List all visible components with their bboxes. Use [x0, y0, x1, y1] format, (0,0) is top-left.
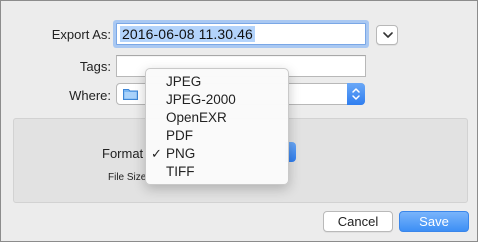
menu-item-png[interactable]: ✓ PNG: [146, 145, 288, 163]
menu-item-jpeg-2000[interactable]: JPEG-2000: [146, 91, 288, 109]
menu-item-tiff[interactable]: TIFF: [146, 163, 288, 181]
export-as-value: 2016-06-08 11.30.46: [120, 26, 255, 42]
export-as-field[interactable]: 2016-06-08 11.30.46: [116, 23, 366, 45]
chevron-down-icon: [383, 32, 393, 38]
where-popup-arrows[interactable]: [347, 83, 365, 105]
expand-dialog-button[interactable]: [376, 25, 398, 45]
format-label: Format: [102, 146, 144, 161]
menu-item-label: JPEG-2000: [166, 92, 236, 107]
export-as-label: Export As:: [51, 27, 111, 42]
cancel-button[interactable]: Cancel: [323, 211, 393, 232]
menu-item-label: TIFF: [166, 164, 195, 179]
save-button[interactable]: Save: [399, 211, 469, 232]
menu-item-jpeg[interactable]: JPEG: [146, 73, 288, 91]
menu-item-label: PNG: [166, 146, 196, 161]
where-label: Where:: [69, 88, 111, 103]
file-size-label: File Size: [108, 172, 147, 183]
menu-item-label: OpenEXR: [166, 110, 227, 125]
folder-icon: [123, 89, 138, 100]
tags-label: Tags:: [79, 59, 111, 74]
menu-item-label: PDF: [166, 128, 193, 143]
format-menu: JPEG JPEG-2000 OpenEXR PDF ✓ PNG TIFF: [145, 68, 289, 185]
up-down-arrows-icon: [352, 88, 360, 100]
checkmark-icon: ✓: [151, 146, 162, 161]
export-sheet: Export As: 2016-06-08 11.30.46 Tags: Whe…: [0, 0, 478, 242]
menu-item-label: JPEG: [166, 74, 202, 89]
menu-item-openexr[interactable]: OpenEXR: [146, 109, 288, 127]
menu-item-pdf[interactable]: PDF: [146, 127, 288, 145]
